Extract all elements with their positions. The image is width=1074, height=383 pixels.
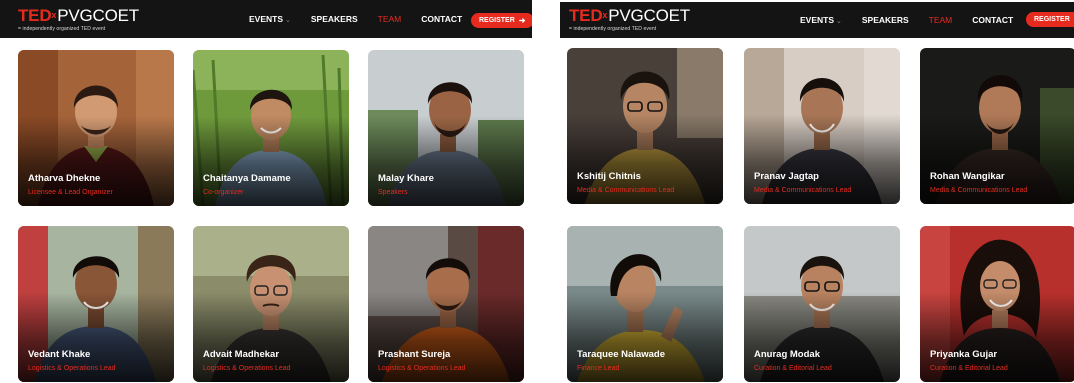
logo-tagline: = independently organized TED event <box>569 26 657 32</box>
member-name: Advait Madhekar <box>203 349 280 360</box>
team-card[interactable]: Taraquee Nalawade Finance Lead <box>567 226 723 382</box>
team-card[interactable]: Malay Khare Speakers <box>368 50 524 206</box>
member-role: Finance Lead <box>577 365 620 372</box>
nav-menu: EVENTS ⌄ SPEAKERS TEAM CONTACT <box>249 0 482 38</box>
logo-name: PVGCOET <box>57 6 139 25</box>
member-name: Kshitij Chitnis <box>577 171 641 182</box>
nav-events[interactable]: EVENTS ⌄ <box>249 14 291 24</box>
team-card[interactable]: Chaitanya Damame Co-organizer <box>193 50 349 206</box>
logo-x: x <box>602 10 608 20</box>
tedx-logo[interactable]: TEDxPVGCOET = independently organized TE… <box>18 6 139 33</box>
register-button[interactable]: REGISTER➜ <box>471 13 532 28</box>
team-card[interactable]: Vedant Khake Logistics & Operations Lead <box>18 226 174 382</box>
member-role: Co-organizer <box>203 189 244 196</box>
nav-events[interactable]: EVENTS ⌄ <box>800 15 842 25</box>
member-name: Malay Khare <box>378 173 434 184</box>
member-name: Vedant Khake <box>28 349 91 360</box>
member-name: Rohan Wangikar <box>930 171 1005 182</box>
member-name: Taraquee Nalawade <box>577 349 666 360</box>
member-role: Speakers <box>378 189 408 196</box>
member-role: Media & Communications Lead <box>754 187 852 194</box>
team-card[interactable]: Anurag Modak Curation & Editorial Lead <box>744 226 900 382</box>
nav-contact[interactable]: CONTACT <box>972 15 1013 25</box>
member-role: Licensee & Lead Organizer <box>28 189 113 196</box>
team-card[interactable]: Prashant Sureja Logistics & Operations L… <box>368 226 524 382</box>
member-role: Curation & Editorial Lead <box>930 365 1008 372</box>
logo-ted: TED <box>18 6 52 25</box>
member-role: Logistics & Operations Lead <box>28 365 116 372</box>
member-name: Anurag Modak <box>754 349 820 360</box>
nav-speakers[interactable]: SPEAKERS <box>862 15 909 25</box>
member-name: Prashant Sureja <box>378 349 451 360</box>
member-role: Media & Communications Lead <box>577 187 675 194</box>
team-card[interactable]: Rohan Wangikar Media & Communications Le… <box>920 48 1074 204</box>
member-name: Pranav Jagtap <box>754 171 819 182</box>
team-page-right: TEDxPVGCOET = independently organized TE… <box>560 2 1074 383</box>
team-card[interactable]: Kshitij Chitnis Media & Communications L… <box>567 48 723 204</box>
member-name: Atharva Dhekne <box>28 173 101 184</box>
nav-team[interactable]: TEAM <box>929 15 953 25</box>
tedx-logo[interactable]: TEDxPVGCOET = independently organized TE… <box>569 6 690 33</box>
register-button[interactable]: REGISTER➜ <box>1026 12 1074 27</box>
nav-team[interactable]: TEAM <box>378 14 402 24</box>
nav-menu: EVENTS ⌄ SPEAKERS TEAM CONTACT <box>800 2 1033 38</box>
nav-speakers[interactable]: SPEAKERS <box>311 14 358 24</box>
member-role: Logistics & Operations Lead <box>203 365 291 372</box>
member-role: Curation & Editorial Lead <box>754 365 832 372</box>
member-role: Media & Communications Lead <box>930 187 1028 194</box>
logo-tagline: = independently organized TED event <box>18 26 106 32</box>
register-label: REGISTER <box>479 17 515 24</box>
member-name: Priyanka Gujar <box>930 349 998 360</box>
team-card[interactable]: Advait Madhekar Logistics & Operations L… <box>193 226 349 382</box>
nav-contact[interactable]: CONTACT <box>421 14 462 24</box>
logo-name: PVGCOET <box>608 6 690 25</box>
register-label: REGISTER <box>1034 16 1070 23</box>
arrow-right-icon: ➜ <box>518 16 526 25</box>
team-page-left: TEDxPVGCOET = independently organized TE… <box>0 0 532 383</box>
team-card[interactable]: Atharva Dhekne Licensee & Lead Organizer <box>18 50 174 206</box>
chevron-down-icon: ⌄ <box>285 17 291 24</box>
member-role: Logistics & Operations Lead <box>378 365 466 372</box>
team-card[interactable]: Priyanka Gujar Curation & Editorial Lead <box>920 226 1074 382</box>
logo-x: x <box>51 10 57 20</box>
member-name: Chaitanya Damame <box>203 173 291 184</box>
top-navbar: TEDxPVGCOET = independently organized TE… <box>560 2 1074 38</box>
team-card[interactable]: Pranav Jagtap Media & Communications Lea… <box>744 48 900 204</box>
top-navbar: TEDxPVGCOET = independently organized TE… <box>0 0 532 38</box>
logo-ted: TED <box>569 6 603 25</box>
chevron-down-icon: ⌄ <box>836 18 842 25</box>
